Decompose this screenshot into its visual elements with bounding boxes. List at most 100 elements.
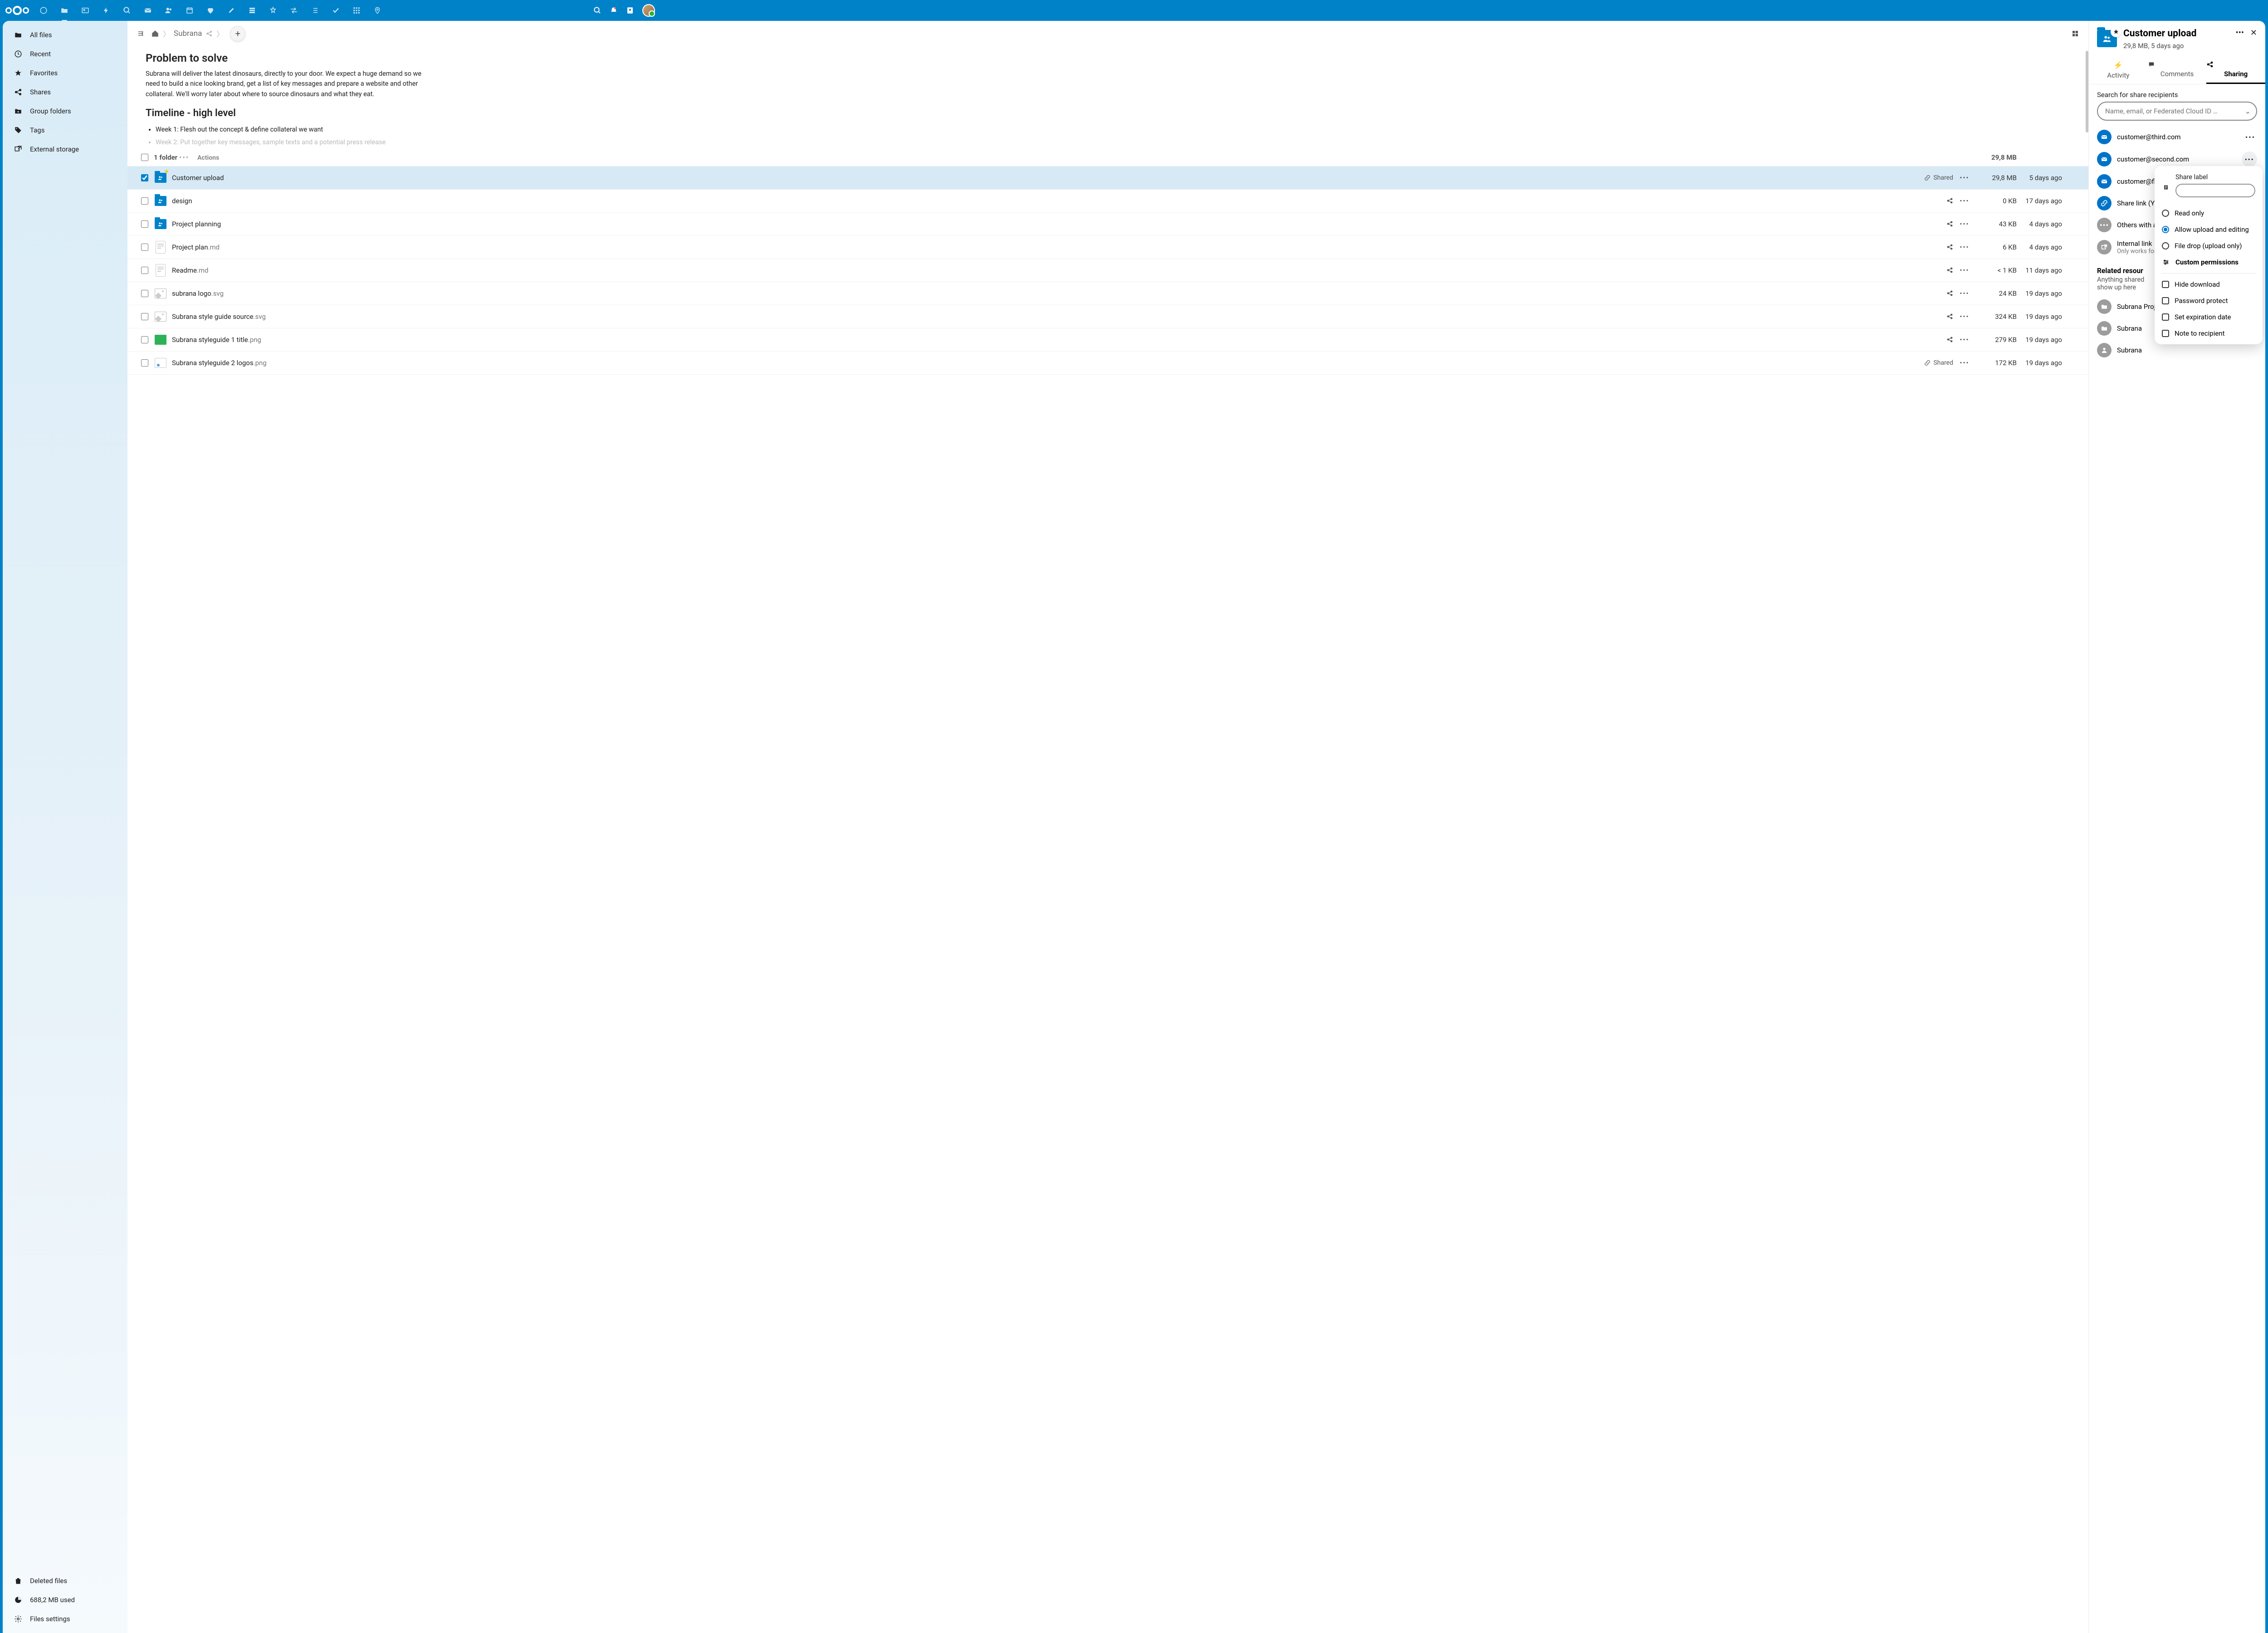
file-row[interactable]: design•••0 KB17 days ago <box>127 190 2088 213</box>
favorite-badge-icon[interactable] <box>2111 26 2121 37</box>
row-checkbox[interactable] <box>141 359 148 367</box>
option-allow-upload[interactable]: Allow upload and editing <box>2161 221 2256 238</box>
app-mail-icon[interactable] <box>140 2 156 19</box>
breadcrumb-share-icon[interactable] <box>205 30 213 37</box>
select-all-checkbox[interactable] <box>141 154 148 161</box>
user-avatar[interactable] <box>642 4 655 17</box>
app-activity-icon[interactable] <box>98 2 114 19</box>
row-actions-icon[interactable]: ••• <box>1953 313 1976 321</box>
file-type-icon <box>154 287 167 300</box>
app-bookmarks-icon[interactable] <box>265 2 281 19</box>
row-actions-icon[interactable]: ••• <box>1953 289 1976 298</box>
file-row[interactable]: Readme.md•••< 1 KB11 days ago <box>127 259 2088 282</box>
option-note-recipient[interactable]: Note to recipient <box>2161 325 2256 342</box>
file-row[interactable]: Subrana style guide source.svg•••324 KB1… <box>127 305 2088 328</box>
option-hide-download[interactable]: Hide download <box>2161 276 2256 293</box>
app-notes-icon[interactable] <box>223 2 240 19</box>
row-actions-icon[interactable]: ••• <box>1953 266 1976 274</box>
details-close-icon[interactable]: ✕ <box>2250 28 2257 38</box>
share-status[interactable] <box>1917 244 1953 250</box>
option-custom-permissions[interactable]: Custom permissions <box>2161 254 2256 270</box>
app-transfer-icon[interactable] <box>286 2 302 19</box>
share-status[interactable] <box>1917 197 1953 204</box>
app-calendar-icon[interactable] <box>181 2 198 19</box>
row-actions-icon[interactable]: ••• <box>1953 336 1976 344</box>
row-actions-icon[interactable]: ••• <box>1953 243 1976 251</box>
nav-group-folders[interactable]: Group folders <box>3 102 127 121</box>
share-status[interactable] <box>1917 313 1953 320</box>
share-status[interactable] <box>1917 290 1953 297</box>
contacts-menu-icon[interactable] <box>626 6 634 15</box>
share-label-input[interactable] <box>2175 184 2255 197</box>
row-checkbox[interactable] <box>141 220 148 228</box>
details-tabs: ⚡Activity Comments Sharing <box>2089 55 2265 84</box>
row-checkbox[interactable] <box>141 197 148 205</box>
chevron-down-icon[interactable]: ⌄ <box>2245 107 2251 116</box>
row-checkbox[interactable] <box>141 290 148 297</box>
app-logo[interactable] <box>5 6 29 15</box>
nav-settings[interactable]: Files settings <box>3 1609 127 1628</box>
row-checkbox[interactable] <box>141 267 148 274</box>
row-checkbox[interactable] <box>141 313 148 320</box>
row-actions-icon[interactable]: ••• <box>1953 359 1976 367</box>
nav-external-storage[interactable]: External storage <box>3 140 127 159</box>
file-list: ★Customer uploadShared•••29,8 MB5 days a… <box>127 166 2088 375</box>
share-status[interactable]: Shared <box>1917 359 1953 367</box>
tab-comments[interactable]: Comments <box>2148 55 2207 84</box>
gear-icon <box>14 1615 23 1623</box>
header-actions[interactable]: Actions <box>197 154 219 161</box>
sharee-more-icon[interactable]: ••• <box>2242 152 2257 167</box>
related-text: Subrana <box>2117 346 2142 354</box>
toggle-sidebar-icon[interactable] <box>134 30 147 37</box>
file-row[interactable]: Project planning•••43 KB4 days ago <box>127 213 2088 236</box>
sharee-more-icon[interactable]: ••• <box>2244 133 2257 142</box>
app-list-icon[interactable] <box>307 2 323 19</box>
nav-shares[interactable]: Shares <box>3 83 127 102</box>
share-status[interactable]: Shared <box>1917 174 1953 181</box>
tab-sharing[interactable]: Sharing <box>2206 55 2265 84</box>
file-row[interactable]: subrana logo.svg•••24 KB19 days ago <box>127 282 2088 305</box>
notifications-icon[interactable] <box>610 6 618 15</box>
row-actions-icon[interactable]: ••• <box>1953 174 1976 182</box>
share-status[interactable] <box>1917 220 1953 227</box>
file-row[interactable]: Project plan.md•••6 KB4 days ago <box>127 236 2088 259</box>
app-photos-icon[interactable] <box>77 2 93 19</box>
file-size: < 1 KB <box>1976 266 2017 274</box>
tab-activity[interactable]: ⚡Activity <box>2089 55 2148 84</box>
new-button[interactable]: + <box>230 26 245 41</box>
breadcrumb-current[interactable]: Subrana <box>174 29 202 38</box>
app-files-icon[interactable] <box>56 2 73 19</box>
app-tasks-icon[interactable] <box>327 2 344 19</box>
app-health-icon[interactable] <box>202 2 219 19</box>
app-search-icon[interactable] <box>119 2 135 19</box>
row-checkbox[interactable] <box>141 174 148 181</box>
app-dashboard-icon[interactable] <box>35 2 52 19</box>
nav-deleted[interactable]: Deleted files <box>3 1571 127 1590</box>
row-checkbox[interactable] <box>141 336 148 343</box>
row-actions-icon[interactable]: ••• <box>1953 220 1976 228</box>
breadcrumb-home[interactable] <box>151 29 159 38</box>
view-toggle-icon[interactable] <box>2071 29 2079 38</box>
share-status[interactable] <box>1917 336 1953 343</box>
nav-favorites[interactable]: Favorites <box>3 64 127 83</box>
app-deck-icon[interactable] <box>244 2 260 19</box>
details-more-icon[interactable]: ••• <box>2236 28 2244 38</box>
option-read-only[interactable]: Read only <box>2161 205 2256 221</box>
option-set-expiration[interactable]: Set expiration date <box>2161 309 2256 325</box>
option-file-drop[interactable]: File drop (upload only) <box>2161 238 2256 254</box>
file-row[interactable]: Subrana styleguide 1 title.png•••279 KB1… <box>127 328 2088 352</box>
file-row[interactable]: Subrana styleguide 2 logos.pngShared•••1… <box>127 352 2088 375</box>
app-maps-icon[interactable] <box>369 2 386 19</box>
file-row[interactable]: ★Customer uploadShared•••29,8 MB5 days a… <box>127 166 2088 190</box>
share-status[interactable] <box>1917 267 1953 274</box>
global-search-icon[interactable] <box>593 6 601 15</box>
share-search-input[interactable] <box>2097 102 2257 121</box>
row-actions-icon[interactable]: ••• <box>1953 197 1976 205</box>
row-checkbox[interactable] <box>141 244 148 251</box>
nav-all-files[interactable]: All files <box>3 25 127 44</box>
option-password-protect[interactable]: Password protect <box>2161 293 2256 309</box>
app-contacts-icon[interactable] <box>161 2 177 19</box>
nav-tags[interactable]: Tags <box>3 121 127 140</box>
nav-recent[interactable]: Recent <box>3 44 127 64</box>
app-grid-icon[interactable] <box>348 2 365 19</box>
